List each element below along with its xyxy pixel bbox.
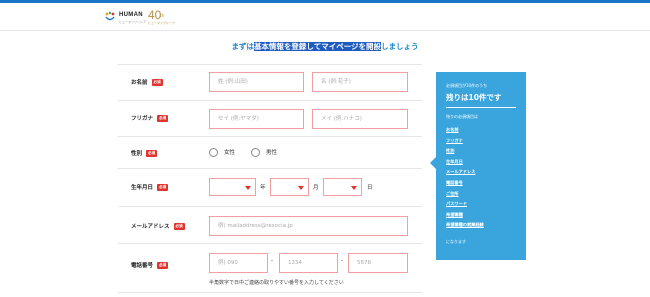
logo-text: HUMAN: [119, 12, 143, 18]
day-unit: 日: [367, 185, 373, 191]
panel-subheader: 残りの必須項目は: [446, 114, 478, 119]
intro-after: しましょう: [381, 42, 419, 51]
name-label-text: お名前: [131, 80, 148, 86]
birthdate-label-text: 生年月日: [131, 185, 154, 191]
gender-label-text: 性別: [131, 151, 143, 157]
remaining-item-birthdate[interactable]: 生年月日: [446, 157, 484, 168]
last-name-kana-input[interactable]: セイ (例:ヤマダ): [209, 109, 304, 129]
registration-form: お名前 必須 姓 (例:山田) 名 (例:花子) フリガナ 必須 セイ (例:ヤマダ…: [118, 64, 422, 293]
anniversary-suffix: th: [160, 13, 165, 18]
male-label: 男性: [266, 150, 278, 156]
human-logo-icon: [105, 11, 115, 21]
remaining-item-password[interactable]: パスワード: [446, 199, 484, 210]
required-items-panel: 必須項目が10件のうち 残りは10件です 残りの必須項目は お名前 フリガナ 性…: [436, 72, 526, 260]
furigana-label-text: フリガナ: [131, 116, 154, 122]
month-unit: 月: [313, 185, 319, 191]
required-badge: 必須: [173, 223, 185, 230]
remaining-item-desired-job[interactable]: 希望職種: [446, 210, 484, 221]
female-radio[interactable]: [209, 148, 218, 157]
required-badge: 必須: [146, 150, 158, 157]
panel-divider: [446, 107, 516, 108]
furigana-label: フリガナ 必須: [131, 114, 169, 122]
remaining-item-address[interactable]: ご住所: [446, 189, 484, 200]
birth-day-select[interactable]: [323, 178, 362, 196]
intro-before: まずは: [231, 42, 254, 51]
anniversary-text: ヒューマングループ: [148, 21, 175, 25]
remaining-item-job-experience[interactable]: 希望職種の就業経験: [446, 220, 484, 231]
required-badge: 必須: [157, 115, 169, 122]
birth-month-select[interactable]: [270, 178, 309, 196]
panel-footer: になります: [446, 239, 466, 244]
site-header: HUMAN ヒューマンリソシア 40 th ヒューマングループ: [0, 3, 650, 31]
remaining-count: 残りは10件です: [446, 93, 502, 102]
chevron-down-icon: [245, 186, 251, 190]
remaining-item-name[interactable]: お名前: [446, 125, 484, 136]
first-name-kana-input[interactable]: メイ (例:ハナコ): [312, 109, 408, 129]
birthdate-label: 生年月日 必須: [131, 183, 169, 191]
remaining-item-gender[interactable]: 性別: [446, 146, 484, 157]
remaining-items-list: お名前 フリガナ 性別 生年月日 メールアドレス 電話番号 ご住所 パスワード …: [446, 125, 484, 231]
form-row-name: お名前 必須 姓 (例:山田) 名 (例:花子): [118, 64, 422, 100]
intro-highlight: 基本情報を登録してマイページを開設: [253, 42, 382, 51]
logo-subtext: ヒューマンリソシア: [119, 20, 147, 24]
remaining-item-furigana[interactable]: フリガナ: [446, 136, 484, 147]
phone-separator: -: [341, 258, 343, 264]
female-label: 女性: [224, 150, 236, 156]
name-label: お名前 必須: [131, 78, 163, 86]
form-row-email: メールアドレス 必須 例) mailaddress@resocia.jp: [118, 206, 422, 243]
phone-separator: -: [271, 258, 273, 264]
phone-hint: 半角数字で日中ご連絡の取りやすい番号を入力してください: [209, 280, 344, 286]
phone-part1-input[interactable]: 例) 090: [209, 253, 268, 273]
phone-part3-input[interactable]: 5678: [348, 253, 408, 273]
phone-part2-input[interactable]: 1234: [279, 253, 338, 273]
form-row-birthdate: 生年月日 必須 年 月 日: [118, 168, 422, 206]
first-name-input[interactable]: 名 (例:花子): [312, 72, 408, 92]
remaining-item-phone[interactable]: 電話番号: [446, 178, 484, 189]
intro-heading: まずは基本情報を登録してマイページを開設しましょう: [0, 41, 650, 52]
form-row-phone: 電話番号 必須 例) 090 - 1234 - 5678 半角数字で日中ご連絡の取…: [118, 243, 422, 293]
phone-label-text: 電話番号: [131, 263, 154, 269]
company-logo[interactable]: HUMAN ヒューマンリソシア 40 th ヒューマングループ: [104, 8, 184, 31]
phone-label: 電話番号 必須: [131, 261, 169, 269]
email-label-text: メールアドレス: [131, 224, 170, 230]
required-badge: 必須: [157, 184, 169, 191]
last-name-input[interactable]: 姓 (例:山田): [209, 72, 304, 92]
male-radio[interactable]: [251, 148, 260, 157]
required-badge: 必須: [157, 262, 169, 269]
chevron-down-icon: [298, 186, 304, 190]
form-row-furigana: フリガナ 必須 セイ (例:ヤマダ) メイ (例:ハナコ): [118, 100, 422, 136]
required-badge: 必須: [151, 79, 163, 86]
birth-year-select[interactable]: [209, 178, 256, 196]
year-unit: 年: [260, 185, 266, 191]
email-input[interactable]: 例) mailaddress@resocia.jp: [209, 216, 408, 236]
email-label: メールアドレス 必須: [131, 222, 185, 230]
form-row-gender: 性別 必須 女性 男性: [118, 136, 422, 168]
chevron-down-icon: [351, 186, 357, 190]
panel-header: 必須項目が10件のうち: [446, 83, 488, 88]
remaining-item-email[interactable]: メールアドレス: [446, 167, 484, 178]
gender-label: 性別 必須: [131, 149, 158, 157]
